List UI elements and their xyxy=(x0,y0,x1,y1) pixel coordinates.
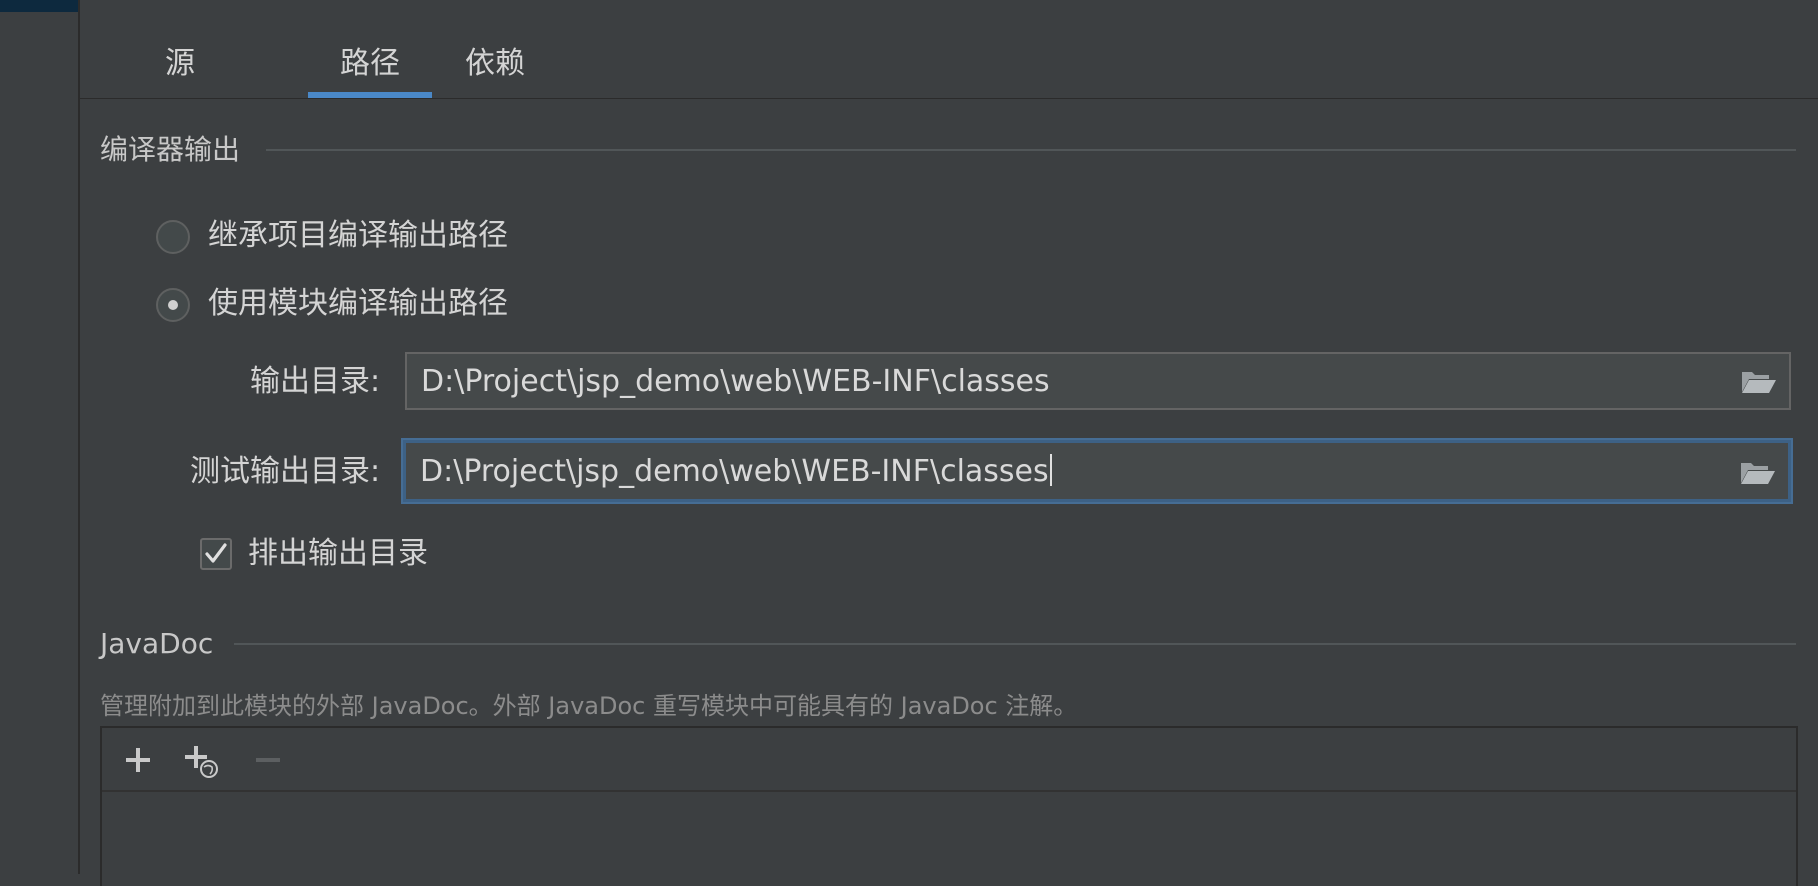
output-dir-value[interactable]: D:\Project\jsp_demo\web\WEB-INF\classes xyxy=(421,362,1050,402)
exclude-output-checkbox[interactable] xyxy=(200,538,232,570)
exclude-output-label[interactable]: 排出输出目录 xyxy=(248,534,428,574)
tab-dependencies[interactable]: 依赖 xyxy=(450,44,540,84)
test-output-dir-field[interactable]: D:\Project\jsp_demo\web\WEB-INF\classes xyxy=(403,440,1791,502)
javadoc-list[interactable] xyxy=(100,726,1798,886)
checkmark-icon xyxy=(205,543,227,563)
module-output-label[interactable]: 使用模块编译输出路径 xyxy=(208,284,508,324)
left-panel-selected-item[interactable] xyxy=(0,0,78,12)
remove-icon[interactable] xyxy=(248,740,288,780)
javadoc-separator xyxy=(234,643,1796,645)
test-output-dir-value[interactable]: D:\Project\jsp_demo\web\WEB-INF\classes xyxy=(420,452,1052,492)
javadoc-title: JavaDoc xyxy=(100,627,214,660)
test-output-dir-label: 测试输出目录: xyxy=(190,454,381,489)
output-dir-label: 输出目录: xyxy=(250,364,381,399)
javadoc-toolbar xyxy=(102,728,1796,792)
active-tab-indicator xyxy=(308,92,432,98)
add-icon[interactable] xyxy=(118,740,158,780)
compiler-output-separator xyxy=(266,149,1796,151)
add-url-icon[interactable] xyxy=(180,740,220,780)
compiler-output-title: 编译器输出 xyxy=(100,133,241,166)
browse-folder-icon[interactable] xyxy=(1741,368,1777,394)
radio-selected-dot xyxy=(168,300,178,310)
tab-paths[interactable]: 路径 xyxy=(308,44,432,84)
tab-sources[interactable]: 源 xyxy=(148,44,212,84)
test-output-dir-text[interactable]: D:\Project\jsp_demo\web\WEB-INF\classes xyxy=(420,454,1049,489)
module-output-radio[interactable] xyxy=(156,288,190,322)
inherit-output-radio[interactable] xyxy=(156,220,190,254)
output-dir-field[interactable]: D:\Project\jsp_demo\web\WEB-INF\classes xyxy=(405,352,1791,410)
browse-folder-icon[interactable] xyxy=(1740,459,1776,485)
left-panel xyxy=(0,0,80,874)
tab-bar: 源 路径 依赖 xyxy=(80,0,1818,99)
inherit-output-label[interactable]: 继承项目编译输出路径 xyxy=(208,216,508,256)
javadoc-description: 管理附加到此模块的外部 JavaDoc。外部 JavaDoc 重写模块中可能具有… xyxy=(100,692,1078,720)
text-caret xyxy=(1049,454,1052,486)
